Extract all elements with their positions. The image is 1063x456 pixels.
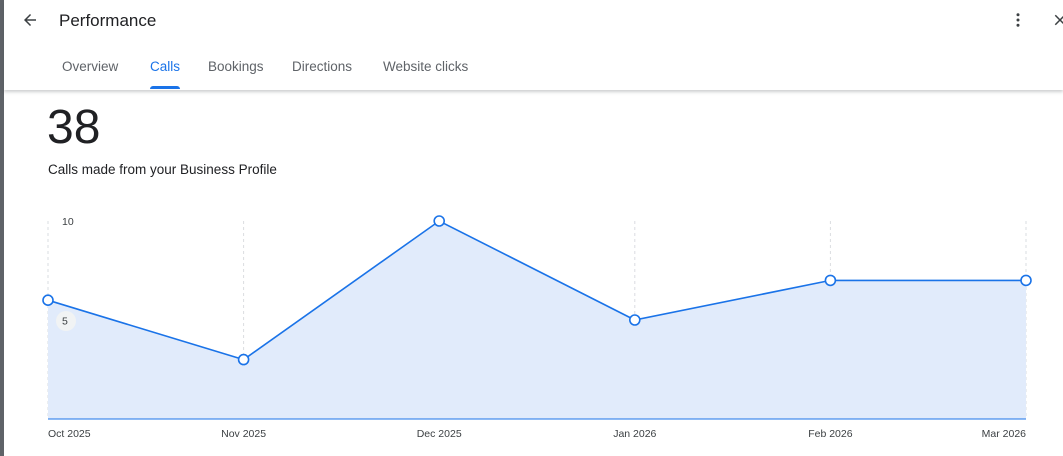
data-point-4	[824, 274, 837, 287]
x-tick-label-5: Mar 2026	[982, 428, 1027, 440]
close-button[interactable]	[1048, 8, 1063, 32]
x-tick-label-2: Dec 2025	[417, 428, 462, 440]
tab-website-clicks[interactable]: Website clicks	[383, 50, 468, 90]
area-fill	[48, 221, 1026, 419]
y-tick-label-10: 10	[62, 216, 74, 228]
more-options-button[interactable]	[1006, 8, 1030, 32]
active-tab-indicator	[150, 86, 181, 89]
tab-label: Calls	[150, 59, 181, 74]
data-point-3	[628, 314, 641, 326]
data-point-5	[1020, 274, 1032, 287]
y-tick-label-5: 5	[62, 316, 68, 328]
data-point-2	[433, 215, 446, 227]
close-icon	[1054, 14, 1063, 26]
tab-label: Directions	[292, 59, 353, 74]
more-vert-icon	[1016, 13, 1020, 27]
x-tick-label-0: Oct 2025	[48, 428, 91, 440]
tab-bar: Overview Calls Bookings Directions Websi…	[4, 50, 704, 90]
page-title: Performance	[59, 11, 157, 30]
data-point-0	[42, 294, 54, 307]
tab-label: Overview	[62, 59, 119, 74]
tab-overview[interactable]: Overview	[62, 50, 118, 90]
back-button[interactable]	[18, 8, 42, 32]
performance-panel: Performance Overview Calls Bookings Dire…	[0, 0, 1063, 456]
tab-directions[interactable]: Directions	[292, 50, 352, 90]
tab-label: Bookings	[208, 59, 264, 74]
data-point-1	[237, 353, 250, 366]
tab-calls[interactable]: Calls	[150, 50, 181, 90]
tab-bookings[interactable]: Bookings	[208, 50, 264, 90]
x-tick-label-4: Feb 2026	[808, 428, 853, 440]
arrow-back-icon	[24, 14, 36, 26]
x-tick-label-1: Nov 2025	[221, 428, 266, 440]
header: Performance Overview Calls Bookings Dire…	[4, 0, 1063, 90]
tab-label: Website clicks	[383, 59, 469, 74]
x-tick-label-3: Jan 2026	[613, 428, 656, 440]
